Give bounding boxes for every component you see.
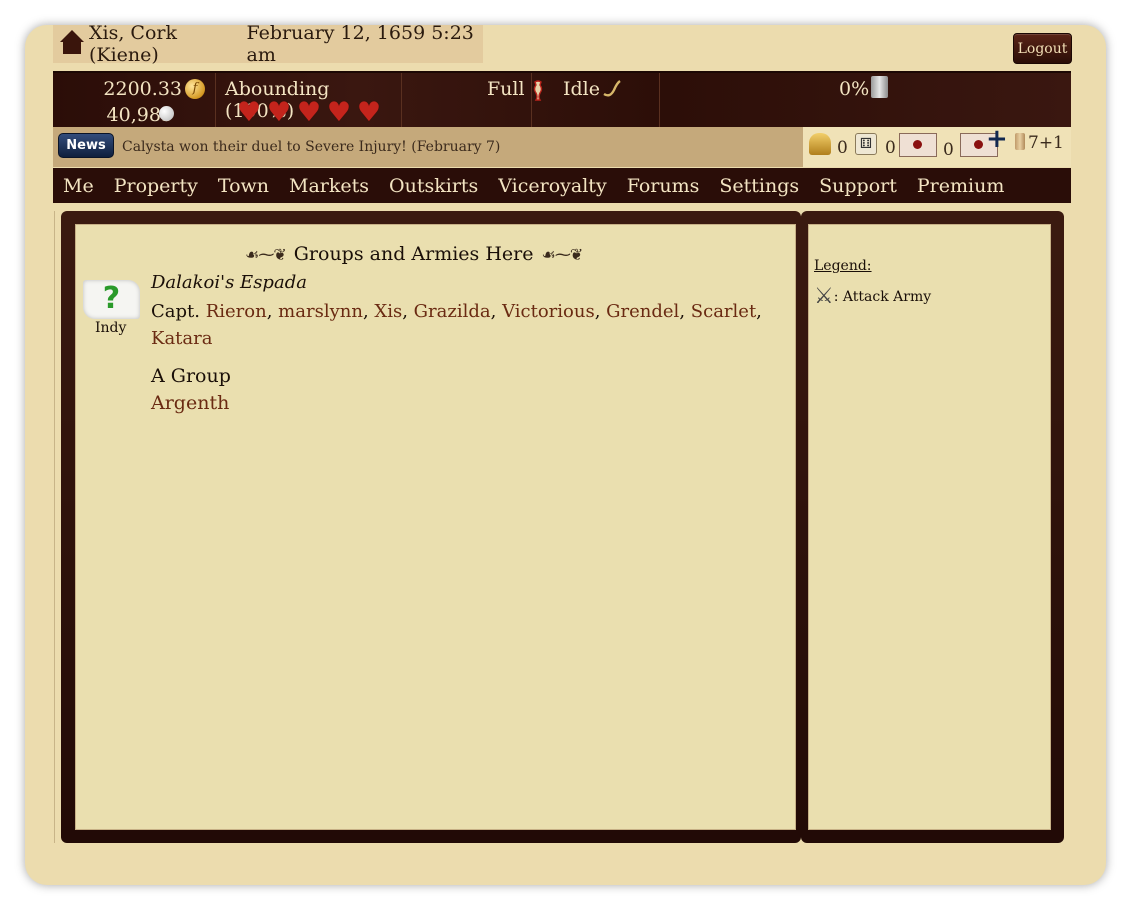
envelope-icon	[899, 133, 937, 157]
nav-support[interactable]: Support	[819, 175, 897, 197]
side-panel	[808, 224, 1051, 830]
logout-button[interactable]: Logout	[1013, 33, 1072, 64]
messages-count: 0	[943, 140, 954, 160]
heart-icon: ♥	[356, 97, 382, 128]
main-nav: Me Property Town Markets Outskirts Vicer…	[53, 168, 1071, 203]
flourish-left-icon: ☙⁓❦	[245, 244, 287, 264]
section-heading: ☙⁓❦ Groups and Armies Here ☙⁓❦	[245, 243, 625, 265]
legend-title: Legend:	[814, 258, 872, 274]
group-name: A Group	[151, 365, 231, 387]
member-link[interactable]: Argenth	[151, 392, 229, 414]
dice-icon: ⚅	[855, 133, 877, 155]
legend-attack-army: : Attack Army	[833, 288, 932, 305]
faction-label: Indy	[95, 320, 127, 336]
alerts-count: 0	[837, 138, 848, 158]
drink-percent: 0%	[839, 78, 870, 100]
divider	[54, 211, 55, 843]
alerts-notification[interactable]: 0	[809, 133, 848, 158]
bell-icon	[809, 133, 831, 155]
nav-settings[interactable]: Settings	[719, 175, 799, 197]
heart-icon: ♥	[326, 97, 352, 128]
member-link[interactable]: Grazilda	[414, 301, 491, 322]
captain-prefix: Capt.	[151, 301, 200, 322]
member-link[interactable]: marslynn	[278, 301, 363, 322]
nav-me[interactable]: Me	[63, 175, 94, 197]
hunger-text: Full	[487, 78, 525, 100]
member-link[interactable]: Rieron	[206, 301, 267, 322]
scrolls-count: 7+1	[1028, 133, 1064, 153]
news-bar: News Calysta won their duel to Severe In…	[53, 127, 803, 167]
heart-icon: ♥	[266, 97, 292, 128]
scrolls-notification[interactable]: 7+1	[1015, 133, 1064, 153]
group-members: Capt. Rieron, marslynn, Xis, Grazilda, V…	[151, 301, 762, 349]
games-notification[interactable]: ⚅ 0	[855, 133, 896, 158]
legend-item: ⚔ : Attack Army	[814, 284, 931, 309]
notification-bar: 0 ⚅ 0 0 + 7+1	[803, 124, 1071, 167]
indy-flag-icon[interactable]: ?	[83, 280, 140, 319]
scroll-icon	[1015, 133, 1025, 150]
messages-notification[interactable]: 0	[899, 133, 954, 160]
gold-amount: 2200.33	[103, 78, 182, 100]
location-bar: Xis, Cork (Kiene) February 12, 1659 5:23…	[53, 22, 483, 66]
heart-icon: ♥	[236, 97, 262, 128]
health-hearts: ♥ ♥ ♥ ♥ ♥	[235, 97, 383, 128]
nav-town[interactable]: Town	[218, 175, 269, 197]
member-link[interactable]: Grendel	[606, 301, 679, 322]
member-link[interactable]: Victorious	[502, 301, 595, 322]
heart-icon: ♥	[296, 97, 322, 128]
hunger-cell: Full	[401, 73, 543, 129]
heading-text: Groups and Armies Here	[293, 243, 534, 265]
nav-outskirts[interactable]: Outskirts	[389, 175, 478, 197]
gold-coin-icon: f	[185, 79, 205, 99]
location-text[interactable]: Xis, Cork (Kiene)	[89, 22, 237, 66]
wealth-cell: 2200.33 f 40,985	[53, 73, 216, 129]
compose-envelope-icon: +	[960, 124, 1008, 157]
activity-cell: Idle	[531, 73, 660, 129]
games-count: 0	[885, 138, 896, 158]
member-link[interactable]: Scarlet	[691, 301, 756, 322]
crossed-swords-icon: ⚔	[814, 284, 834, 309]
hook-icon	[602, 78, 622, 103]
pearl-icon	[159, 106, 174, 121]
drink-cell: 0%	[659, 73, 1071, 129]
mood-cell: Abounding (100%) ♥ ♥ ♥ ♥ ♥	[215, 73, 402, 129]
compose-message-button[interactable]: +	[960, 124, 1008, 157]
news-button[interactable]: News	[58, 133, 114, 158]
nav-markets[interactable]: Markets	[289, 175, 369, 197]
activity-text: Idle	[563, 78, 600, 100]
nav-property[interactable]: Property	[114, 175, 198, 197]
nav-viceroyalty[interactable]: Viceroyalty	[498, 175, 606, 197]
nav-premium[interactable]: Premium	[917, 175, 1004, 197]
news-ticker[interactable]: Calysta won their duel to Severe Injury!…	[122, 139, 500, 155]
nav-forums[interactable]: Forums	[627, 175, 700, 197]
flourish-right-icon: ☙⁓❦	[541, 244, 583, 264]
group-name[interactable]: Dalakoi's Espada	[151, 272, 307, 293]
member-link[interactable]: Katara	[151, 328, 212, 349]
home-icon[interactable]	[59, 29, 85, 60]
member-link[interactable]: Xis	[374, 301, 402, 322]
game-datetime: February 12, 1659 5:23 am	[246, 22, 474, 66]
mug-icon	[871, 76, 888, 98]
status-bar: 2200.33 f 40,985 Abounding (100%) ♥ ♥ ♥ …	[53, 71, 1071, 131]
plus-icon: +	[986, 124, 1008, 154]
